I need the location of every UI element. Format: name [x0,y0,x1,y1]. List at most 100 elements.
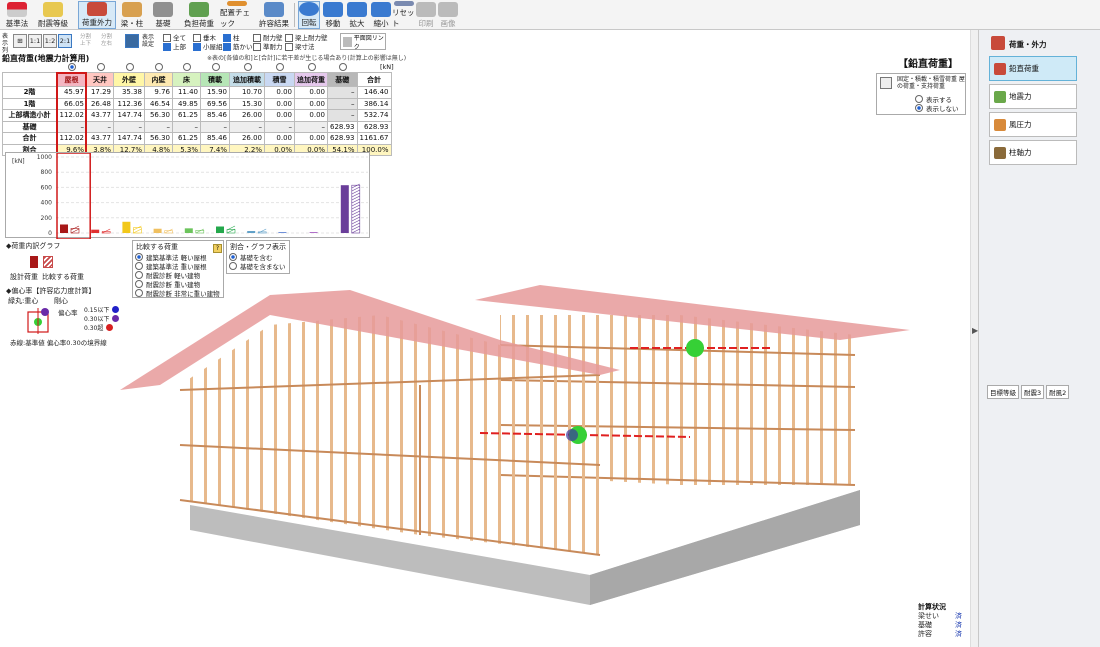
split-layout-icon[interactable]: ⊞ [13,34,27,48]
table-row: 合計 112.02 43.77 147.74 56.30 61.25 85.46 26.00 0… [2,132,392,145]
legend-rigid: 剛心 [54,297,68,305]
chart-ylabel: [kN] [12,158,25,165]
table-cell: 56.30 [144,132,173,145]
panel-splitter[interactable]: ▶ [970,30,978,647]
cb-sujikai[interactable]: 筋かい [223,41,253,51]
column-header[interactable]: 追加荷重 [294,72,328,87]
wind-pressure-button[interactable]: 風圧力 [989,112,1077,137]
ratio-1-2-button[interactable]: 1:2 [43,34,57,48]
toolbar-burden-button[interactable]: 負担荷重 [180,1,218,29]
table-cell: 0.00 [264,97,295,110]
toolbar-reset-button[interactable]: リセット [392,1,416,29]
printer-icon [416,2,436,17]
display-settings-icon[interactable] [125,34,139,48]
column-header[interactable]: 基礎 [327,72,358,87]
toolbar-beam-button[interactable]: 梁・柱 [118,1,146,29]
ecc-dot-icon [112,315,120,322]
column-header[interactable]: 合計 [356,72,392,87]
checkbox-icon [285,43,293,51]
table-cell: 17.29 [86,86,114,99]
ecc-item: 0.30超 [84,323,124,332]
split-top-bottom-button[interactable]: 分割上下 [80,33,96,49]
radio-selected-icon[interactable] [68,63,76,71]
column-header[interactable]: 追加積載 [229,72,265,87]
load-chart: [kN] 1000 800 600 400 200 0 [5,152,370,240]
ecc-item: 0.15以下 [84,305,124,314]
toolbar-rotate-button[interactable]: 回転 [298,1,320,29]
camera-icon [438,2,458,17]
chart-bar-design [153,228,162,233]
radio-icon[interactable] [307,63,316,71]
radio-option[interactable]: 表示しない [915,103,959,113]
right-panel: 荷重・外力 鉛直荷重 地震力 風圧力 柱軸力 目標等級 耐震3 耐風2 [978,30,1100,647]
plan-link-button[interactable]: 平面図リンク [340,33,386,51]
column-axial-button[interactable]: 柱軸力 [989,140,1077,165]
load-table: 屋根 天井 外壁 内壁床積載 追加積載 積雪 追加荷重 基礎 合計 2階 45.97 17.29 35.… [2,72,392,156]
seismic-force-button[interactable]: 地震力 [989,84,1077,109]
split-left-right-button[interactable]: 分割左右 [101,33,117,49]
column-header[interactable]: 天井 [86,72,114,87]
cb-upper[interactable]: 上部 [163,41,186,51]
toolbar-result-button[interactable]: 許容結果 [258,1,290,29]
column-header[interactable]: 屋根 [56,72,87,87]
checkbox-icon [253,43,261,51]
checkbox-checked-icon [163,43,171,51]
radio-icon[interactable] [243,63,252,71]
table-cell: 0.00 [264,86,295,99]
column-radios [57,63,403,72]
radio-icon[interactable] [155,63,163,71]
building-icon [880,77,892,89]
table-cell: 69.56 [200,97,230,110]
ratio-2-1-button[interactable]: 2:1 [58,34,72,48]
toolbar-kijunho-button[interactable]: 基準法 [4,1,30,29]
toolbar-layout-check-button[interactable]: 配置チェック [220,1,254,29]
toolbar-move-button[interactable]: 移動 [322,1,344,29]
toolbar-taishin-button[interactable]: 耐震等級 [36,1,70,29]
cb-beamsize[interactable]: 梁寸法 [285,41,315,51]
beam-icon [122,2,142,17]
tab-wind-2[interactable]: 耐風2 [1046,385,1070,399]
radio-icon[interactable] [96,63,105,71]
ratio-1-1-button[interactable]: 1:1 [28,34,42,48]
legend-eccentric-title: ◆偏心率【許容応力度計算】 [6,287,96,295]
toolbar-print-button[interactable]: 印刷 [416,1,436,29]
building-3d-view[interactable] [120,275,960,615]
radio-icon[interactable] [211,63,220,71]
chart-bar-design [247,231,256,233]
chart-bar-design [122,221,131,233]
chart-bar-design [216,226,224,233]
vertical-load-button[interactable]: 鉛直荷重 [989,56,1077,81]
column-header[interactable]: 内壁 [144,72,173,87]
toolbar-load-button[interactable]: 荷重外力 [78,1,116,29]
toolbar-image-button[interactable]: 画像 [438,1,458,29]
toolbar-foundation-button[interactable]: 基礎 [150,1,176,29]
radio-icon [135,261,143,270]
cb-koyagumi[interactable]: 小屋組 [193,41,223,51]
chart-bar-design [60,224,68,233]
upper-center-marker [686,339,704,357]
table-cell: 61.25 [172,132,201,145]
radio-icon[interactable] [183,63,191,71]
column-header[interactable]: 外壁 [113,72,145,87]
table-cell: 26.00 [229,109,265,122]
column-header[interactable]: 積雪 [264,72,295,87]
toolbar-zoom-in-button[interactable]: 拡大 [346,1,368,29]
radio-icon[interactable] [276,63,284,71]
column-header[interactable]: 床 [172,72,201,87]
ecc-item: 0.30以下 [84,314,124,323]
cb-junmi[interactable]: 準耐力 [253,41,283,51]
table-row: 1階 66.05 26.48 112.36 46.54 49.85 69.56 15.30 0.… [2,97,392,110]
toolbar-zoom-out-button[interactable]: 縮小 [370,1,392,29]
eccentric-diagram [27,308,49,334]
tab-seismic-3[interactable]: 耐震3 [1021,385,1045,399]
table-cell: 628.93 [356,120,392,133]
table-cell: – [56,120,87,133]
radio-option[interactable]: 基礎を含まない [229,261,286,271]
tab-target-grade[interactable]: 目標等級 [987,385,1019,399]
column-header[interactable]: 積載 [200,72,230,87]
radio-icon[interactable] [338,63,347,71]
load-icon [991,36,1005,50]
radio-icon[interactable] [125,63,134,71]
toolbar-separator [294,3,295,27]
result-icon [264,2,284,17]
